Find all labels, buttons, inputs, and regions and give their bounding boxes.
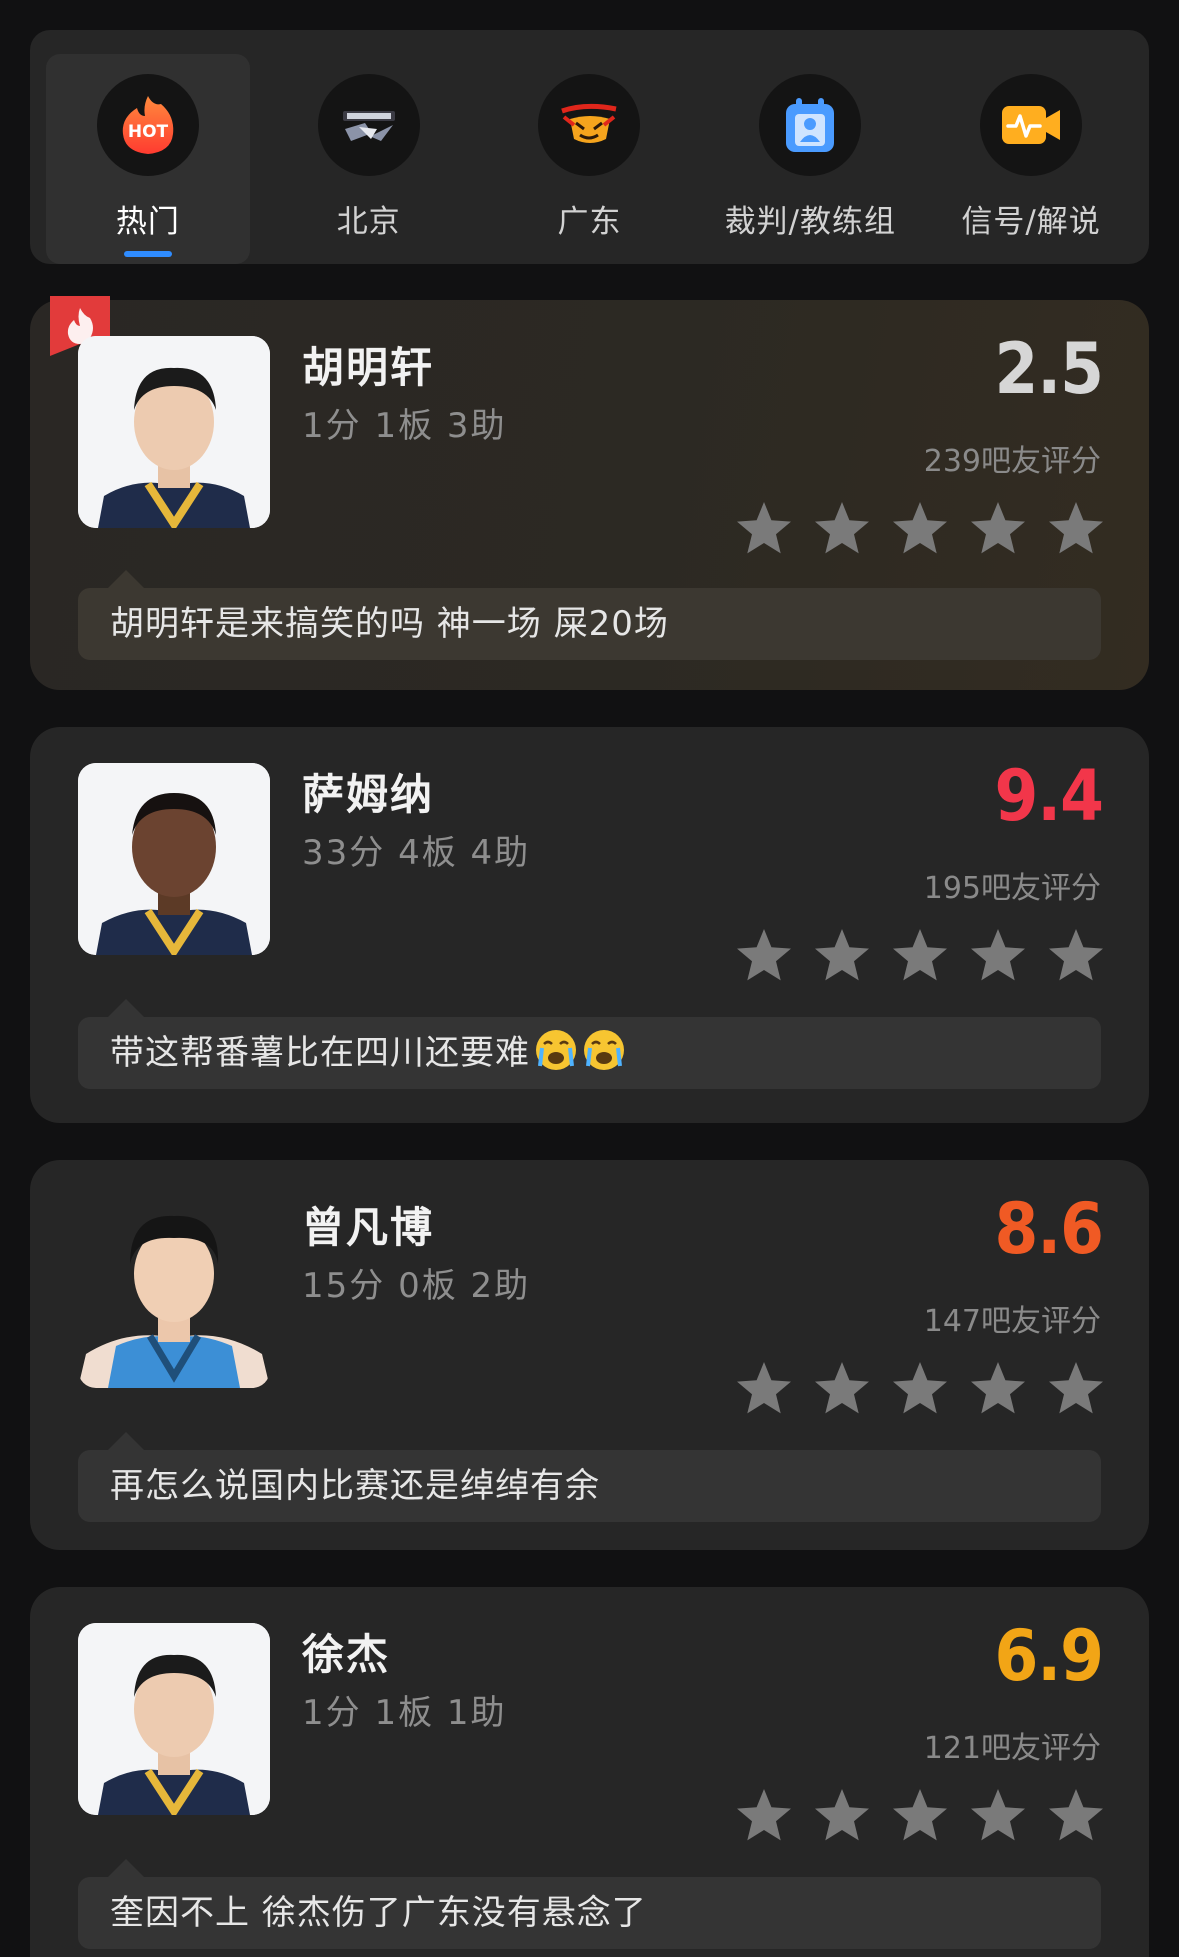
tab-hot[interactable]: HOT 热门 xyxy=(46,54,250,264)
tab-signal-commentary-label: 信号/解说 xyxy=(961,204,1101,240)
player-rating: 6.9 xyxy=(994,1615,1104,1697)
player-card[interactable]: 徐杰 1分 1板 1助 6.9 121吧友评分 奎因不上 徐杰伤了广东没有悬念了 xyxy=(30,1587,1149,1957)
vote-count: 121吧友评分 xyxy=(923,1731,1101,1766)
player-stats: 15分 0板 2助 xyxy=(302,1266,531,1306)
referee-badge-icon xyxy=(759,74,862,176)
active-tab-indicator xyxy=(123,251,172,257)
comment-text: 带这帮番薯比在四川还要难 xyxy=(110,1033,530,1073)
tab-beijing[interactable]: 北京 xyxy=(267,54,471,264)
star-icon[interactable] xyxy=(969,500,1027,556)
star-icon[interactable] xyxy=(813,500,871,556)
star-rating[interactable] xyxy=(715,1360,1105,1416)
star-icon[interactable] xyxy=(735,927,793,983)
top-comment[interactable]: 带这帮番薯比在四川还要难 xyxy=(78,999,1101,1089)
star-icon[interactable] xyxy=(735,1787,793,1843)
svg-text:HOT: HOT xyxy=(128,122,169,142)
top-comment[interactable]: 再怎么说国内比赛还是绰绰有余 xyxy=(78,1432,1101,1522)
player-stats: 33分 4板 4助 xyxy=(302,833,531,873)
star-icon[interactable] xyxy=(891,1360,949,1416)
star-icon[interactable] xyxy=(813,927,871,983)
tab-beijing-label: 北京 xyxy=(336,204,401,240)
star-icon[interactable] xyxy=(969,1360,1027,1416)
beijing-ducks-logo-icon xyxy=(317,74,420,176)
tab-referee-coach[interactable]: 裁判/教练组 xyxy=(708,54,912,264)
star-icon[interactable] xyxy=(891,1787,949,1843)
broadcast-camera-icon xyxy=(980,74,1083,176)
tab-guangdong-label: 广东 xyxy=(557,204,622,240)
tab-referee-coach-label: 裁判/教练组 xyxy=(724,204,897,240)
star-rating[interactable] xyxy=(715,1787,1105,1843)
vote-count: 239吧友评分 xyxy=(923,444,1101,479)
star-icon[interactable] xyxy=(1047,1360,1105,1416)
star-rating[interactable] xyxy=(715,500,1105,556)
player-rating: 2.5 xyxy=(994,328,1104,410)
top-comment[interactable]: 奎因不上 徐杰伤了广东没有悬念了 xyxy=(78,1859,1101,1949)
vote-count: 195吧友评分 xyxy=(923,871,1101,906)
avatar[interactable] xyxy=(78,1196,270,1388)
star-icon[interactable] xyxy=(891,927,949,983)
player-name: 胡明轩 xyxy=(302,343,435,392)
star-icon[interactable] xyxy=(969,927,1027,983)
player-card[interactable]: 萨姆纳 33分 4板 4助 9.4 195吧友评分 带这帮番薯比在四川还要难 xyxy=(30,727,1149,1123)
guangdong-tigers-logo-icon xyxy=(538,74,641,176)
star-icon[interactable] xyxy=(735,1360,793,1416)
tab-guangdong[interactable]: 广东 xyxy=(488,54,692,264)
player-rating: 9.4 xyxy=(994,755,1104,837)
category-tab-bar: HOT 热门 北京 广东 裁判/教练组 信号/解说 xyxy=(30,30,1149,264)
player-card[interactable]: 胡明轩 1分 1板 3助 2.5 239吧友评分 胡明轩是来搞笑的吗 神一场 屎… xyxy=(30,296,1149,690)
player-stats: 1分 1板 3助 xyxy=(302,406,507,446)
avatar[interactable] xyxy=(78,1623,270,1815)
hot-icon: HOT xyxy=(96,74,199,176)
crying-face-emoji-icon xyxy=(536,1030,576,1070)
avatar[interactable] xyxy=(78,763,270,955)
player-name: 曾凡博 xyxy=(302,1203,435,1252)
player-name: 萨姆纳 xyxy=(302,770,435,819)
avatar[interactable] xyxy=(78,336,270,528)
player-card[interactable]: 曾凡博 15分 0板 2助 8.6 147吧友评分 再怎么说国内比赛还是绰绰有余 xyxy=(30,1160,1149,1550)
star-icon[interactable] xyxy=(969,1787,1027,1843)
star-icon[interactable] xyxy=(891,500,949,556)
star-rating[interactable] xyxy=(715,927,1105,983)
tab-signal-commentary[interactable]: 信号/解说 xyxy=(929,54,1133,264)
player-stats: 1分 1板 1助 xyxy=(302,1693,507,1733)
star-icon[interactable] xyxy=(1047,927,1105,983)
tab-hot-label: 热门 xyxy=(115,204,180,240)
star-icon[interactable] xyxy=(813,1787,871,1843)
top-comment[interactable]: 胡明轩是来搞笑的吗 神一场 屎20场 xyxy=(78,570,1101,660)
star-icon[interactable] xyxy=(1047,1787,1105,1843)
player-name: 徐杰 xyxy=(302,1630,391,1679)
vote-count: 147吧友评分 xyxy=(923,1304,1101,1339)
crying-face-emoji-icon xyxy=(584,1030,624,1070)
star-icon[interactable] xyxy=(813,1360,871,1416)
player-rating: 8.6 xyxy=(994,1188,1104,1270)
star-icon[interactable] xyxy=(735,500,793,556)
star-icon[interactable] xyxy=(1047,500,1105,556)
